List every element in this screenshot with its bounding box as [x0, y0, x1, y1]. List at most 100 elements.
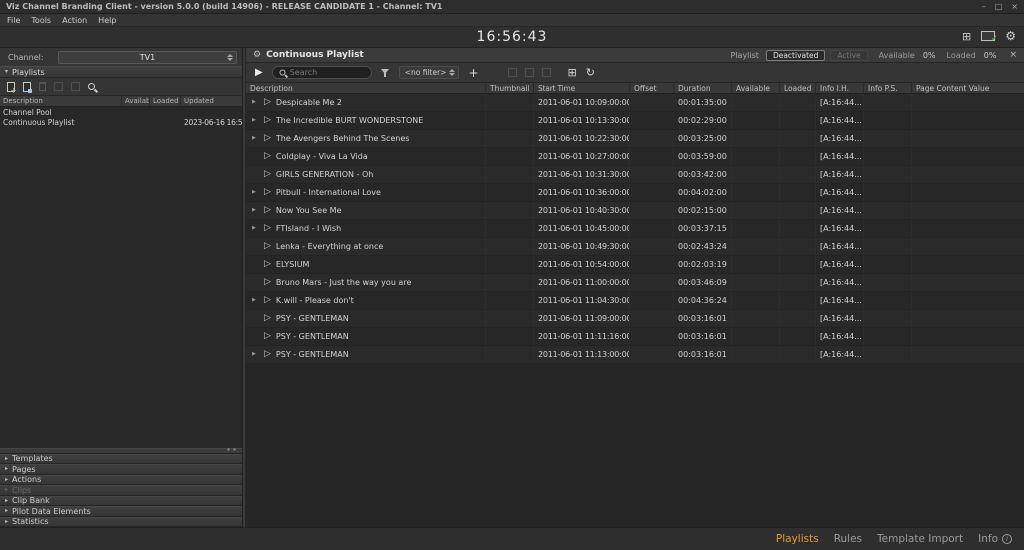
column-header[interactable]: Page Content Value [912, 83, 1024, 93]
channel-select[interactable]: TV1 [58, 51, 237, 64]
section-templates[interactable]: ▸Templates [0, 454, 242, 465]
column-header[interactable]: Thumbnail [486, 83, 534, 93]
expand-arrow-icon[interactable]: ▶ [252, 226, 259, 231]
menu-action[interactable]: Action [62, 16, 87, 25]
column-header[interactable]: Description [0, 96, 122, 106]
menu-tools[interactable]: Tools [31, 16, 51, 25]
column-header[interactable]: Info I.H. [816, 83, 864, 93]
active-button[interactable]: Active [830, 50, 867, 61]
start-time-cell: 2011-06-01 10:49:30:00 [534, 238, 630, 255]
description-cell: Channel Pool [0, 108, 122, 117]
title-bar: Viz Channel Branding Client - version 5.… [0, 0, 1024, 14]
maximize-button[interactable]: □ [995, 3, 1003, 11]
new-playlist-icon[interactable] [7, 82, 15, 92]
column-header[interactable]: Updated [181, 96, 242, 106]
filter-funnel-icon[interactable] [381, 68, 390, 78]
playlist-row[interactable]: ▶ ▷ PSY - GENTLEMAN 2011-06-01 11:13:00:… [246, 346, 1024, 364]
column-header[interactable]: Start Time [534, 83, 630, 93]
column-header[interactable]: Loaded [780, 83, 816, 93]
playlist-row[interactable]: ▶ ▷ PSY - GENTLEMAN 2011-06-01 11:09:00:… [246, 310, 1024, 328]
section-clip-bank[interactable]: ▸Clip Bank [0, 496, 242, 507]
column-header[interactable]: Description [246, 83, 486, 93]
expand-arrow-icon[interactable]: ▶ [252, 100, 259, 105]
search-input[interactable] [290, 68, 365, 77]
menu-file[interactable]: File [7, 16, 20, 25]
info-ps-cell [864, 130, 912, 147]
column-header[interactable]: Available [122, 96, 150, 106]
tab-playlists[interactable]: Playlists [776, 533, 819, 545]
left-sections: ▸Templates▸Pages▸Actions▸Clips▸Clip Bank… [0, 454, 242, 528]
playlist-row[interactable]: ▶ ▷ The Avengers Behind The Scenes 2011-… [246, 130, 1024, 148]
section-pages[interactable]: ▸Pages [0, 464, 242, 475]
description-cell: ▶ ▷ PSY - GENTLEMAN [246, 328, 486, 345]
column-header[interactable]: Loaded [150, 96, 181, 106]
loaded-cell [780, 202, 816, 219]
playlist-row[interactable]: ▶ ▷ Now You See Me 2011-06-01 10:40:30:0… [246, 202, 1024, 220]
panel-close-icon[interactable]: × [1009, 51, 1017, 60]
element-play-icon: ▷ [264, 242, 271, 251]
thumbnail-cell [486, 256, 534, 273]
deactivated-button[interactable]: Deactivated [766, 50, 825, 61]
search-icon[interactable] [88, 83, 95, 90]
column-header[interactable]: Available [732, 83, 780, 93]
close-button[interactable]: × [1011, 3, 1018, 11]
playlist-row[interactable]: ▶ ▷ Pitbull - International Love 2011-06… [246, 184, 1024, 202]
expand-arrow-icon[interactable]: ▶ [252, 118, 259, 123]
playlist-list-row[interactable]: Channel Pool [0, 107, 242, 117]
settings-gear-icon[interactable]: ⚙ [1005, 30, 1016, 42]
section-pilot-data-elements[interactable]: ▸Pilot Data Elements [0, 506, 242, 517]
section-clips[interactable]: ▸Clips [0, 485, 242, 496]
filter-select[interactable]: <no filter> [399, 66, 460, 79]
column-header[interactable]: Duration [674, 83, 732, 93]
section-actions[interactable]: ▸Actions [0, 475, 242, 486]
playlists-section-header[interactable]: ▾ Playlists [0, 66, 242, 78]
section-statistics[interactable]: ▸Statistics [0, 517, 242, 528]
playlist-row[interactable]: ▶ ▷ The Incredible BURT WONDERSTONE 2011… [246, 112, 1024, 130]
expand-arrow-icon[interactable]: ▶ [252, 352, 259, 357]
import-playlist-icon[interactable] [23, 82, 31, 92]
expand-arrow-icon[interactable]: ▶ [252, 208, 259, 213]
column-header[interactable]: Info P.S. [864, 83, 912, 93]
playlist-list-row[interactable]: Continuous Playlist2023-06-16 16:56 [0, 117, 242, 127]
tab-info[interactable]: Infoi [978, 533, 1012, 545]
expand-arrow-icon[interactable]: ▶ [252, 136, 259, 141]
playlist-row[interactable]: ▶ ▷ PSY - GENTLEMAN 2011-06-01 11:11:16:… [246, 328, 1024, 346]
menu-help[interactable]: Help [98, 16, 116, 25]
expand-arrow-icon[interactable]: ▶ [252, 190, 259, 195]
play-button[interactable]: ▶ [255, 68, 263, 78]
expand-arrow-icon[interactable]: ▶ [252, 298, 259, 303]
playlist-row[interactable]: ▶ ▷ K.will - Please don't 2011-06-01 11:… [246, 292, 1024, 310]
available-cell [732, 184, 780, 201]
column-header[interactable]: Offset [630, 83, 674, 93]
panels-icon[interactable]: ⊞ [962, 31, 971, 42]
playlist-row[interactable]: ▶ ▷ ELYSIUM 2011-06-01 10:54:00:00 00:02… [246, 256, 1024, 274]
playlist-row[interactable]: ▶ ▷ Coldplay - Viva La Vida 2011-06-01 1… [246, 148, 1024, 166]
tab-rules[interactable]: Rules [834, 533, 862, 545]
playlist-row[interactable]: ▶ ▷ Bruno Mars - Just the way you are 20… [246, 274, 1024, 292]
playlist-row[interactable]: ▶ ▷ FTIsland - I Wish 2011-06-01 10:45:0… [246, 220, 1024, 238]
spinner-arrows-icon [226, 53, 234, 62]
footer-tabs: Playlists Rules Template Import Infoi [776, 533, 1012, 545]
monitor-status-icon[interactable]: ✓ [981, 31, 995, 41]
thumbnail-cell [486, 148, 534, 165]
search-box[interactable] [272, 66, 372, 79]
info-ih-cell: [A:16:44... [816, 292, 864, 309]
playlist-row[interactable]: ▶ ▷ Lenka - Everything at once 2011-06-0… [246, 238, 1024, 256]
tab-template-import[interactable]: Template Import [877, 533, 963, 545]
minimize-button[interactable]: – [982, 3, 986, 11]
group-tool-icon [508, 68, 517, 77]
element-play-icon: ▷ [264, 152, 271, 161]
playlist-row[interactable]: ▶ ▷ Despicable Me 2 2011-06-01 10:09:00:… [246, 94, 1024, 112]
refresh-icon[interactable]: ↻ [586, 67, 595, 78]
info-ih-cell: [A:16:44... [816, 166, 864, 183]
element-title: The Avengers Behind The Scenes [276, 134, 410, 143]
playlist-row[interactable]: ▶ ▷ GIRLS GENERATION - Oh 2011-06-01 10:… [246, 166, 1024, 184]
panel-splitter[interactable] [0, 448, 242, 454]
grid-view-icon[interactable]: ⊞ [568, 67, 577, 78]
filter-value: <no filter> [405, 68, 447, 77]
available-cell [732, 220, 780, 237]
offset-cell [630, 256, 674, 273]
thumbnail-cell [486, 130, 534, 147]
available-label: Available [879, 51, 915, 60]
add-filter-button[interactable]: + [468, 67, 478, 79]
